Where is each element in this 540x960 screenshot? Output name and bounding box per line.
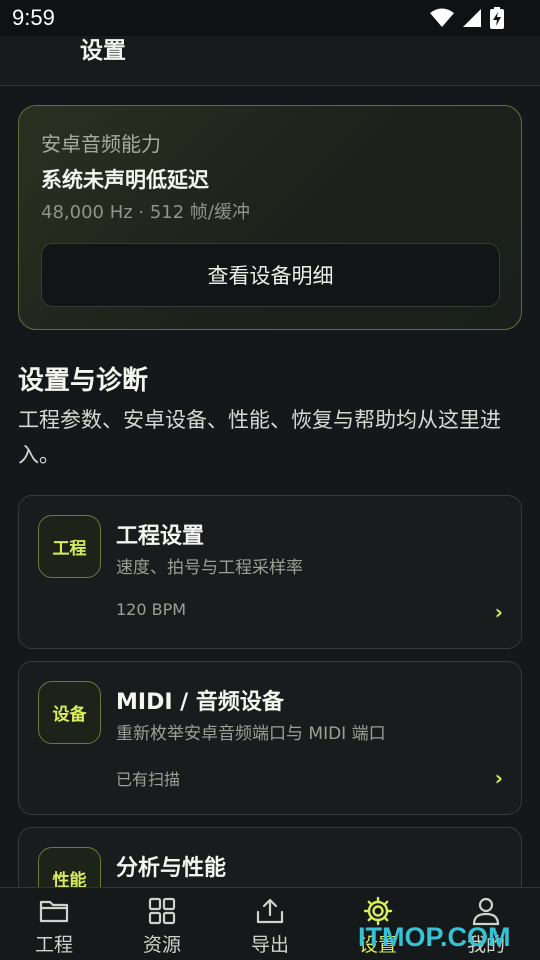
- folder-icon: [39, 896, 69, 926]
- menu-meta: 已有扫描: [116, 770, 181, 789]
- status-time: 9:59: [12, 5, 55, 30]
- menu-subtitle: 重新枚举安卓音频端口与 MIDI 端口: [116, 724, 386, 744]
- grid-icon: [148, 896, 176, 926]
- nav-label: 导出: [250, 934, 289, 956]
- audio-capability-card: 安卓音频能力 系统未声明低延迟 48,000 Hz · 512 帧/缓冲 查看设…: [18, 105, 522, 330]
- section-description: 工程参数、安卓设备、性能、恢复与帮助均从这里进入。: [18, 408, 501, 467]
- nav-item-export[interactable]: 导出: [216, 888, 324, 960]
- wifi-icon: [430, 8, 454, 28]
- project-badge: 工程: [38, 515, 101, 578]
- menu-title: MIDI / 音频设备: [116, 690, 284, 715]
- menu-meta: 120 BPM: [116, 600, 187, 619]
- project-settings-card[interactable]: 工程 工程设置 速度、拍号与工程采样率 120 BPM ›: [18, 495, 522, 649]
- view-device-details-button[interactable]: 查看设备明细: [41, 243, 500, 307]
- nav-item-projects[interactable]: 工程: [0, 888, 108, 960]
- latency-status: 系统未声明低延迟: [41, 168, 209, 192]
- audio-spec: 48,000 Hz · 512 帧/缓冲: [41, 202, 250, 223]
- page-title: 设置: [80, 38, 126, 64]
- nav-label: 资源: [142, 934, 181, 956]
- chevron-right-icon: ›: [494, 600, 503, 624]
- app-bar: 设置: [0, 36, 540, 86]
- chevron-right-icon: ›: [494, 766, 503, 790]
- device-badge: 设备: [38, 681, 101, 744]
- status-icons: [430, 7, 504, 29]
- audio-card-caption: 安卓音频能力: [41, 132, 161, 156]
- upload-icon: [255, 896, 285, 926]
- section-title: 设置与诊断: [18, 366, 149, 396]
- nav-label: 工程: [34, 934, 73, 956]
- watermark: ITMOP.COM: [358, 922, 511, 952]
- battery-charging-icon: [490, 7, 504, 29]
- menu-title: 分析与性能: [116, 856, 227, 881]
- midi-audio-devices-card[interactable]: 设备 MIDI / 音频设备 重新枚举安卓音频端口与 MIDI 端口 已有扫描 …: [18, 661, 522, 815]
- signal-icon: [462, 8, 482, 28]
- menu-subtitle: 速度、拍号与工程采样率: [116, 558, 303, 578]
- menu-title: 工程设置: [116, 524, 205, 549]
- nav-item-resources[interactable]: 资源: [108, 888, 216, 960]
